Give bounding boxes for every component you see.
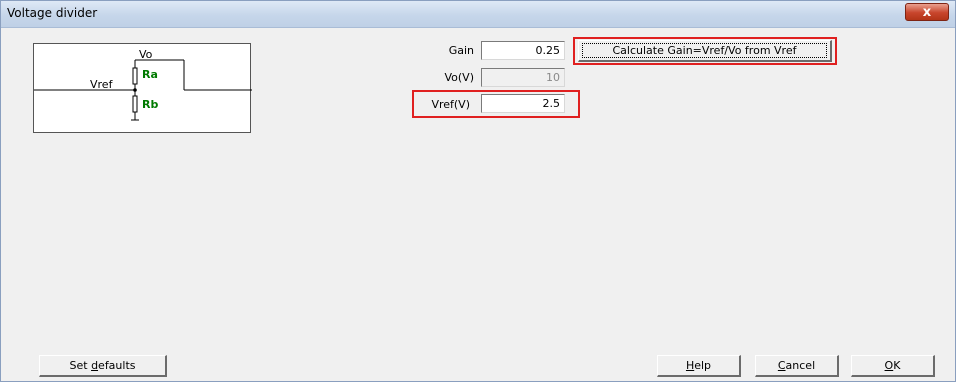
cancel-label-rest: ancel [785,359,816,372]
vref-node-label: Vref [90,78,113,91]
calculate-gain-button[interactable]: Calculate Gain=Vref/Vo from Vref [578,40,832,62]
close-icon: x [922,5,932,20]
set-defaults-label-rest: efaults [98,359,136,372]
ok-label-rest: K [893,359,901,372]
rb-resistor-label: Rb [142,98,159,111]
dialog-window: Voltage divider x Vo Vref Ra Rb Gain 0.2… [0,0,956,382]
gain-label: Gain [448,44,474,57]
vo-input: 10 [481,68,565,87]
cancel-button[interactable]: Cancel [755,355,839,377]
vref-label: Vref(V) [431,98,470,111]
help-accelerator: H [685,359,695,372]
dialog-client-area: Vo Vref Ra Rb Gain 0.25 Calculate Gain=V… [9,29,947,377]
window-title: Voltage divider [7,6,98,20]
help-button[interactable]: Help [657,355,741,377]
ok-accelerator: O [884,359,894,372]
ok-button[interactable]: OK [851,355,935,377]
set-defaults-button[interactable]: Set defaults [39,355,167,377]
focus-rectangle [582,43,827,58]
divider-schematic: Vo Vref Ra Rb [33,43,252,133]
cancel-accelerator: C [777,359,786,372]
close-button[interactable]: x [905,3,949,21]
set-defaults-accelerator: d [91,359,99,372]
ra-resistor-label: Ra [142,68,158,81]
vo-node-label: Vo [139,48,153,61]
help-label-rest: elp [694,359,712,372]
vref-input[interactable]: 2.5 [481,94,565,113]
vo-label: Vo(V) [444,71,474,84]
gain-input[interactable]: 0.25 [481,41,565,60]
title-bar[interactable]: Voltage divider x [1,1,955,28]
set-defaults-label-part: Set [69,359,92,372]
